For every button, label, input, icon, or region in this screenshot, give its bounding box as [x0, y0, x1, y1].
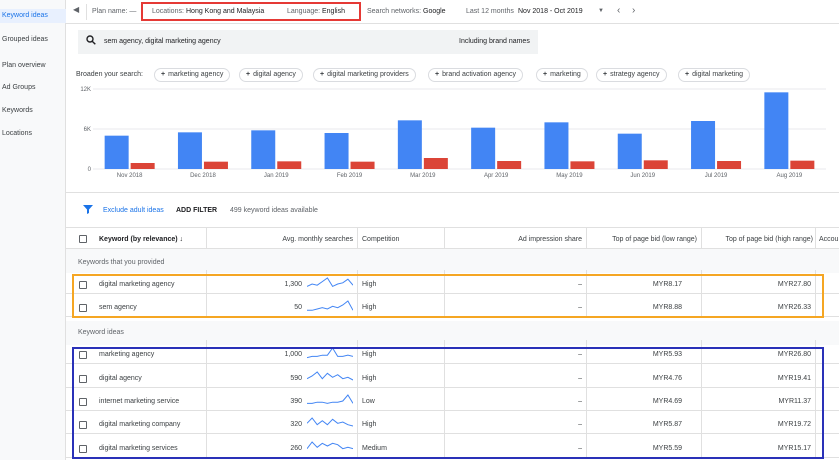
sidebar-item[interactable]: Locations [0, 127, 66, 141]
date-range-label: Last 12 months [466, 8, 514, 15]
high-bid-column-header[interactable]: Top of page bid (high range) [703, 236, 813, 243]
collapse-arrow-icon[interactable]: ◀ [73, 5, 79, 14]
provided-keywords-highlight [72, 274, 824, 318]
x-tick-label: Jul 2019 [705, 173, 728, 179]
y-tick-label: 12K [80, 87, 91, 93]
y-tick-label: 6K [84, 127, 91, 133]
sidebar-item[interactable]: Ad Groups [0, 81, 66, 95]
broaden-chip[interactable]: + marketing agency [154, 68, 231, 82]
search-icon [86, 35, 96, 45]
searches-column-header[interactable]: Avg. monthly searches [240, 236, 353, 243]
search-query[interactable]: sem agency, digital marketing agency [104, 38, 221, 45]
x-tick-label: Jan 2019 [264, 173, 289, 179]
previous-icon[interactable]: ‹ [617, 5, 620, 16]
networks-value[interactable]: Google [423, 8, 446, 15]
plus-icon: + [320, 71, 325, 78]
sidebar: Keyword ideas Grouped ideas Plan overview A… [0, 0, 66, 460]
bar-series-1 [324, 133, 349, 169]
bar-series-2 [570, 161, 595, 169]
sidebar-item[interactable]: Keyword ideas [0, 9, 66, 23]
account-column-header[interactable]: Accou [819, 236, 838, 243]
impression-column-header[interactable]: Ad impression share [446, 236, 582, 243]
chip-label: digital marketing [692, 71, 744, 78]
search-field[interactable]: sem agency, digital marketing agency Inc… [78, 30, 538, 54]
bar-series-2 [203, 161, 228, 169]
x-tick-label: May 2019 [556, 173, 583, 179]
next-icon[interactable]: › [632, 5, 635, 16]
x-tick-label: Dec 2018 [190, 173, 216, 179]
bar-series-2 [717, 161, 742, 169]
bar-series-2 [497, 161, 522, 169]
x-tick-label: Apr 2019 [484, 173, 509, 179]
x-tick-label: Jun 2019 [630, 173, 655, 179]
bar-series-2 [350, 161, 375, 169]
bar-series-1 [251, 130, 276, 169]
broaden-chip[interactable]: + digital marketing providers [313, 68, 416, 82]
competition-column-header[interactable]: Competition [362, 236, 399, 243]
exclude-adult-ideas[interactable]: Exclude adult ideas [103, 207, 164, 214]
chip-label: digital marketing providers [327, 71, 409, 78]
plus-icon: + [435, 71, 440, 78]
section-provided-label: Keywords that you provided [78, 259, 165, 266]
section-ideas [66, 321, 839, 345]
add-filter-button[interactable]: ADD FILTER [176, 207, 217, 214]
broaden-chip[interactable]: + marketing [536, 68, 588, 82]
bar-series-2 [423, 158, 448, 169]
x-tick-label: Aug 2019 [776, 173, 802, 179]
bar-series-1 [104, 135, 129, 169]
sidebar-item[interactable]: Grouped ideas [0, 33, 66, 47]
chip-label: digital agency [253, 71, 296, 78]
plus-icon: + [543, 71, 548, 78]
bar-series-2 [643, 160, 668, 169]
sidebar-item[interactable]: Plan overview [0, 59, 66, 73]
low-bid-column-header[interactable]: Top of page bid (low range) [588, 236, 697, 243]
chip-label: marketing agency [168, 71, 224, 78]
broaden-chip[interactable]: + strategy agency [596, 68, 667, 82]
x-tick-label: Nov 2018 [117, 173, 143, 179]
chip-label: strategy agency [610, 71, 660, 78]
y-tick-label: 0 [88, 167, 92, 173]
filter-icon[interactable] [83, 204, 93, 214]
x-tick-label: Feb 2019 [337, 173, 363, 179]
sidebar-item[interactable]: Keywords [0, 104, 66, 118]
keyword-column-header[interactable]: Keyword (by relevance) ↓ [99, 236, 183, 243]
broaden-chip[interactable]: + digital agency [239, 68, 303, 82]
brand-names-toggle[interactable]: Including brand names [459, 38, 530, 45]
dropdown-icon[interactable]: ▼ [598, 8, 604, 14]
x-tick-label: Mar 2019 [410, 173, 436, 179]
broaden-label: Broaden your search: [76, 71, 143, 78]
plus-icon: + [246, 71, 251, 78]
keyword-ideas-highlight [72, 347, 824, 459]
chip-label: marketing [550, 71, 581, 78]
broaden-chip[interactable]: + digital marketing [678, 68, 751, 82]
section-provided [66, 249, 839, 273]
select-all-checkbox[interactable] [79, 235, 87, 243]
bar-series-2 [277, 161, 302, 169]
location-language-highlight [141, 2, 361, 21]
bar-series-1 [177, 132, 202, 169]
networks-label: Search networks: [367, 8, 422, 15]
bar-series-2 [790, 160, 815, 169]
bar-series-1 [544, 122, 569, 169]
ideas-count: 499 keyword ideas available [230, 207, 318, 214]
bar-series-1 [471, 127, 496, 169]
plus-icon: + [685, 71, 690, 78]
bar-series-1 [617, 133, 642, 169]
bar-series-1 [764, 92, 789, 169]
section-ideas-label: Keyword ideas [78, 329, 124, 336]
broaden-chip[interactable]: + brand activation agency [428, 68, 524, 82]
monthly-searches-chart: 12K 6K 0 Nov 2018 Dec 2018 Jan 2019 Feb 2019 Ma… [80, 87, 826, 179]
plus-icon: + [603, 71, 608, 78]
plan-name[interactable]: Plan name: — [92, 8, 136, 15]
chip-label: brand activation agency [442, 71, 517, 78]
plus-icon: + [161, 71, 166, 78]
bar-series-2 [130, 163, 155, 169]
bar-series-1 [397, 120, 422, 169]
sort-arrow-icon: ↓ [179, 236, 184, 243]
bar-series-1 [691, 121, 716, 169]
date-range-value[interactable]: Nov 2018 - Oct 2019 [518, 8, 583, 15]
